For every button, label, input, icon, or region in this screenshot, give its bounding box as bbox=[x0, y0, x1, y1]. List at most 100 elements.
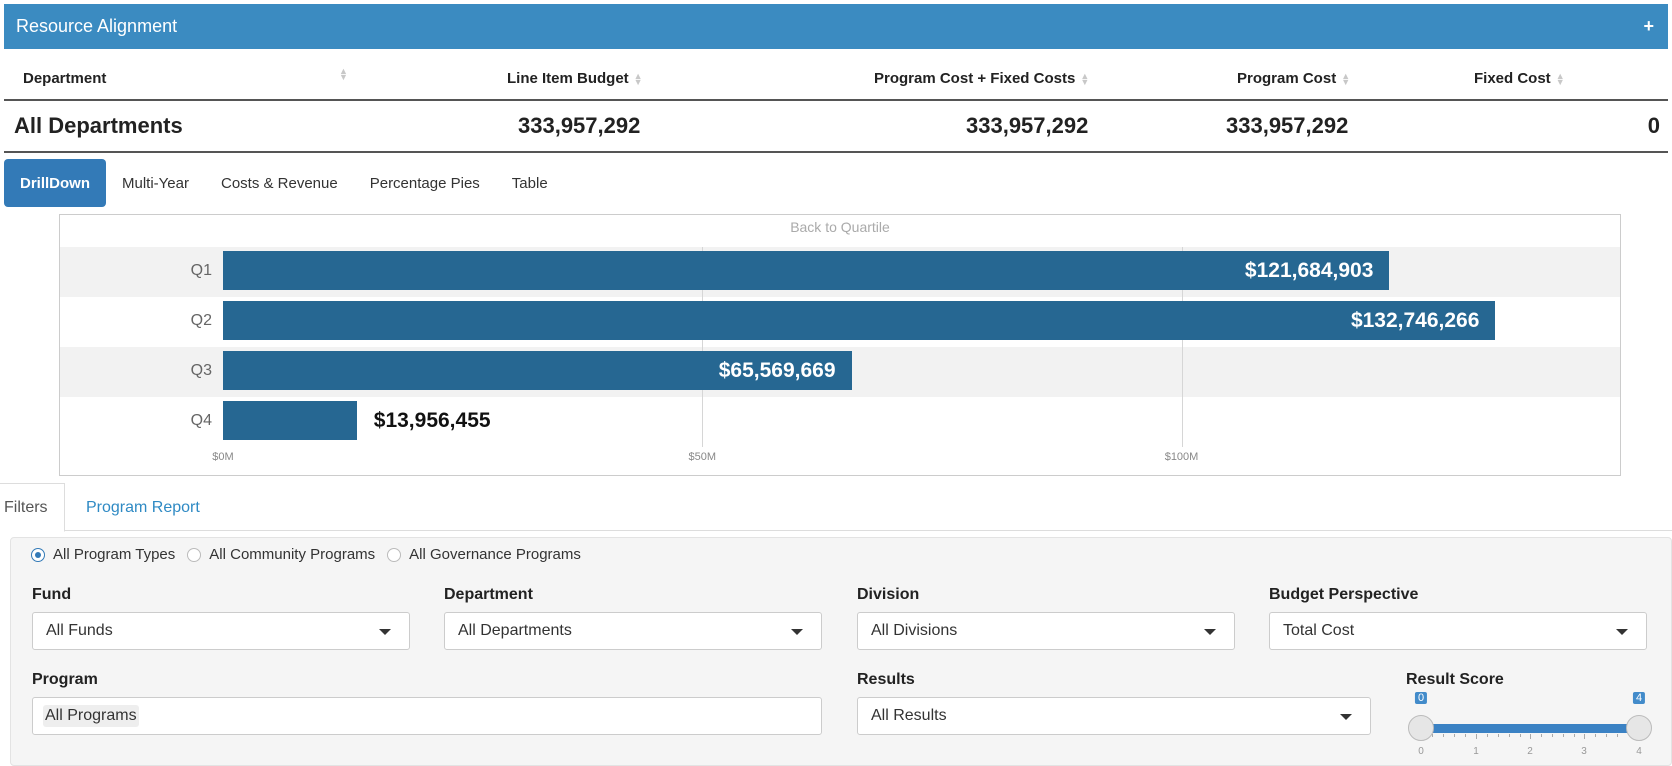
panel-header: Resource Alignment + bbox=[4, 4, 1668, 49]
slider-min-badge: 0 bbox=[1414, 692, 1428, 704]
category-label: Q2 bbox=[190, 312, 212, 329]
x-tick-label: $0M bbox=[212, 451, 234, 463]
slider-minor-tick bbox=[1552, 734, 1553, 737]
department-label: Department bbox=[444, 586, 533, 603]
drilldown-chart: Back to Quartile $0M $50M $100M Q1 $121,684,… bbox=[59, 214, 1621, 476]
budget-perspective-label: Budget Perspective bbox=[1269, 586, 1419, 603]
slider-minor-tick bbox=[1595, 734, 1596, 737]
sort-icon[interactable]: ▲ ▼ bbox=[1080, 71, 1089, 86]
header-label: Fixed Cost bbox=[1474, 70, 1551, 87]
bar-q4[interactable] bbox=[223, 401, 357, 440]
division-select[interactable]: All Divisions bbox=[857, 612, 1235, 650]
panel-title: Resource Alignment bbox=[16, 16, 178, 36]
tab-filters[interactable]: Filters bbox=[0, 483, 65, 532]
tab-table[interactable]: Table bbox=[496, 159, 564, 207]
radio-label: All Community Programs bbox=[209, 546, 376, 563]
radio-all-community-programs[interactable]: All Community Programs bbox=[187, 546, 375, 563]
radio-label: All Governance Programs bbox=[409, 546, 581, 563]
cell-program-cost: 333,957,292 bbox=[1226, 113, 1349, 138]
program-chip[interactable]: All Programs bbox=[43, 705, 139, 727]
category-label: Q1 bbox=[190, 262, 212, 279]
caret-down-icon bbox=[1204, 629, 1216, 635]
header-label: Program Cost + Fixed Costs bbox=[874, 70, 1076, 87]
results-value: All Results bbox=[871, 707, 947, 724]
bar-value-label: $13,956,455 bbox=[373, 409, 491, 432]
program-multiselect[interactable]: All Programs bbox=[32, 697, 822, 735]
view-tabs: DrillDown Multi-Year Costs & Revenue Per… bbox=[4, 159, 564, 207]
bar-q2[interactable] bbox=[223, 301, 1496, 340]
results-select[interactable]: All Results bbox=[857, 697, 1371, 735]
budget-perspective-value: Total Cost bbox=[1283, 622, 1355, 639]
slider-track[interactable] bbox=[1421, 724, 1639, 733]
radio-all-program-types[interactable]: All Program Types bbox=[31, 546, 175, 563]
division-value: All Divisions bbox=[871, 622, 958, 639]
header-program-cost[interactable]: Program Cost ▲ ▼ bbox=[1237, 56, 1350, 101]
slider-max-badge: 4 bbox=[1632, 692, 1646, 704]
bottom-tabs: Filters Program Report bbox=[0, 483, 1672, 532]
cell-fixed-cost: 0 bbox=[1647, 113, 1660, 138]
slider-minor-tick bbox=[1617, 734, 1618, 737]
results-label: Results bbox=[857, 671, 915, 688]
slider-tick bbox=[1476, 734, 1477, 739]
slider-tick-label: 4 bbox=[1636, 746, 1642, 757]
cell-department: All Departments bbox=[14, 113, 183, 138]
result-score-label: Result Score bbox=[1406, 671, 1504, 688]
bar-value-label: $65,569,669 bbox=[718, 359, 836, 382]
bar-value-label: $132,746,266 bbox=[1350, 309, 1480, 332]
slider-tick bbox=[1530, 734, 1531, 739]
fund-select[interactable]: All Funds bbox=[32, 612, 410, 650]
back-to-quartile-link[interactable]: Back to Quartile bbox=[60, 219, 1620, 235]
x-tick-label: $100M bbox=[1164, 451, 1199, 463]
slider-max-handle[interactable] bbox=[1626, 715, 1652, 741]
slider-tick-label: 1 bbox=[1473, 746, 1479, 757]
header-label: Line Item Budget bbox=[507, 70, 629, 87]
slider-minor-tick bbox=[1509, 734, 1510, 737]
tab-program-report[interactable]: Program Report bbox=[86, 483, 200, 532]
slider-min-handle[interactable] bbox=[1408, 715, 1434, 741]
caret-down-icon bbox=[379, 629, 391, 635]
header-fixed-cost[interactable]: Fixed Cost ▲ ▼ bbox=[1474, 56, 1565, 101]
sort-icon[interactable]: ▲ ▼ bbox=[1341, 71, 1350, 86]
header-department[interactable]: Department bbox=[23, 56, 106, 101]
summary-header-row: Department ▲ ▼ Line Item Budget ▲ ▼ Program… bbox=[4, 56, 1668, 101]
slider-minor-tick bbox=[1454, 734, 1455, 737]
radio-checked-icon[interactable] bbox=[31, 547, 45, 562]
summary-row: All Departments 333,957,292 333,957,292 … bbox=[4, 101, 1668, 153]
slider-minor-tick bbox=[1465, 734, 1466, 737]
cell-program-plus-fixed: 333,957,292 bbox=[966, 113, 1089, 138]
result-score-slider[interactable]: 0 4 0 1 2 3 4 bbox=[1408, 690, 1652, 760]
department-value: All Departments bbox=[458, 622, 572, 639]
radio-all-governance-programs[interactable]: All Governance Programs bbox=[387, 546, 581, 563]
slider-minor-tick bbox=[1498, 734, 1499, 737]
tab-percentage-pies[interactable]: Percentage Pies bbox=[354, 159, 496, 207]
cell-line-item-budget: 333,957,292 bbox=[518, 113, 641, 138]
header-label: Program Cost bbox=[1237, 70, 1337, 87]
slider-minor-tick bbox=[1443, 734, 1444, 737]
header-line-item-budget[interactable]: Line Item Budget ▲ ▼ bbox=[507, 56, 643, 101]
radio-unchecked-icon[interactable] bbox=[387, 547, 402, 562]
category-label: Q3 bbox=[190, 362, 212, 379]
bar-value-label: $121,684,903 bbox=[1244, 259, 1374, 282]
sort-icon[interactable]: ▲ ▼ bbox=[1556, 71, 1565, 86]
slider-minor-tick bbox=[1574, 734, 1575, 737]
slider-tick-label: 2 bbox=[1527, 746, 1533, 757]
slider-tick-label: 3 bbox=[1581, 746, 1587, 757]
sort-icon[interactable]: ▲ ▼ bbox=[634, 71, 643, 86]
tab-drilldown[interactable]: DrillDown bbox=[4, 159, 106, 207]
caret-down-icon bbox=[791, 629, 803, 635]
fund-value: All Funds bbox=[46, 622, 113, 639]
budget-perspective-select[interactable]: Total Cost bbox=[1269, 612, 1647, 650]
tab-costs-revenue[interactable]: Costs & Revenue bbox=[205, 159, 354, 207]
department-select[interactable]: All Departments bbox=[444, 612, 822, 650]
bar-q1[interactable] bbox=[223, 251, 1390, 290]
radio-unchecked-icon[interactable] bbox=[187, 547, 202, 562]
header-program-plus-fixed[interactable]: Program Cost + Fixed Costs ▲ ▼ bbox=[874, 56, 1089, 101]
tab-multi-year[interactable]: Multi-Year bbox=[106, 159, 205, 207]
header-label: Department bbox=[23, 70, 107, 87]
expand-plus-icon[interactable]: + bbox=[1643, 16, 1654, 37]
sort-icon[interactable]: ▲ ▼ bbox=[339, 67, 348, 82]
slider-minor-tick bbox=[1563, 734, 1564, 737]
caret-down-icon bbox=[1340, 714, 1352, 720]
category-label: Q4 bbox=[190, 412, 212, 429]
radio-label: All Program Types bbox=[53, 546, 176, 563]
